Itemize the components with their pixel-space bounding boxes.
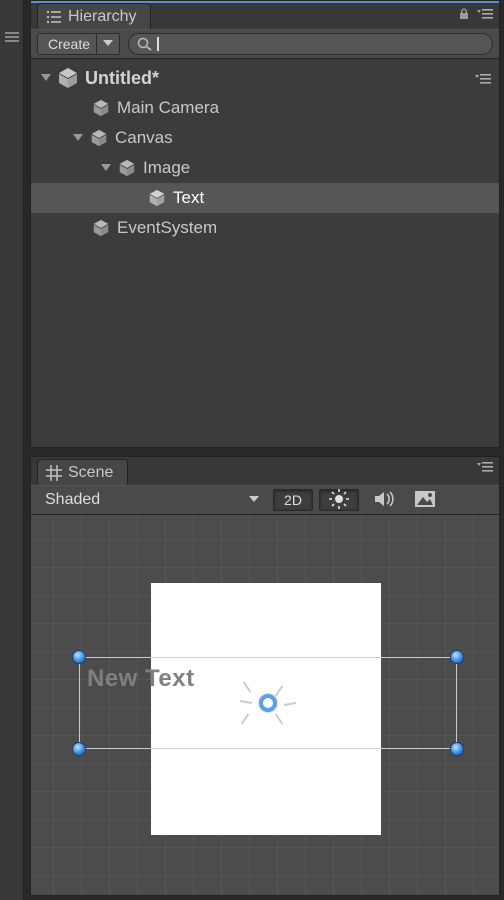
- tree-item-label: Image: [143, 158, 190, 178]
- panel-menu-icon[interactable]: [477, 461, 493, 473]
- hierarchy-tree: Untitled* Main Camera Canvas: [31, 59, 499, 447]
- chevron-down-icon: [103, 40, 113, 48]
- audio-icon: [374, 490, 396, 511]
- create-button-label: Create: [48, 36, 90, 52]
- search-input[interactable]: [128, 33, 493, 55]
- chevron-down-icon: [249, 496, 259, 504]
- scene-viewport[interactable]: New Text: [31, 515, 499, 895]
- 2d-toggle-label: 2D: [284, 492, 302, 508]
- tree-item-text[interactable]: Text: [31, 183, 499, 213]
- grid-icon: [46, 465, 62, 481]
- pivot-gizmo[interactable]: [259, 694, 277, 712]
- handle-top-right[interactable]: [450, 650, 464, 664]
- panel-menu-icon[interactable]: [477, 8, 493, 20]
- gameobject-icon: [91, 218, 111, 238]
- effects-toggle-button[interactable]: [411, 489, 439, 511]
- tree-item-eventsystem[interactable]: EventSystem: [31, 213, 499, 243]
- tree-item-canvas[interactable]: Canvas: [31, 123, 499, 153]
- unity-logo-icon: [57, 67, 79, 89]
- tree-item-label: Main Camera: [117, 98, 219, 118]
- list-icon: [46, 10, 62, 24]
- hierarchy-tab-bar: Hierarchy: [31, 1, 499, 29]
- foldout-icon[interactable]: [39, 71, 53, 85]
- tree-item-main-camera[interactable]: Main Camera: [31, 93, 499, 123]
- gameobject-icon: [91, 98, 111, 118]
- lighting-toggle-button[interactable]: [319, 489, 359, 511]
- tree-item-label: Text: [173, 188, 204, 208]
- foldout-icon[interactable]: [99, 161, 113, 175]
- text-cursor: [157, 37, 159, 51]
- audio-toggle-button[interactable]: [365, 489, 405, 511]
- tab-scene[interactable]: Scene: [37, 459, 128, 485]
- sun-icon: [329, 489, 349, 512]
- scene-context-menu-icon[interactable]: [475, 69, 491, 90]
- hierarchy-toolbar: Create: [31, 29, 499, 59]
- tab-hierarchy-label: Hierarchy: [68, 8, 136, 26]
- tab-scene-label: Scene: [68, 464, 113, 482]
- tree-item-image[interactable]: Image: [31, 153, 499, 183]
- menu-icon[interactable]: [5, 30, 19, 44]
- left-dock-strip: [0, 0, 24, 900]
- tree-item-label: Canvas: [115, 128, 173, 148]
- scene-toolbar: Shaded 2D: [31, 485, 499, 515]
- scene-panel: Scene Shaded 2D: [30, 456, 500, 896]
- handle-bottom-left[interactable]: [72, 742, 86, 756]
- scene-tab-bar: Scene: [31, 457, 499, 485]
- search-icon: [137, 37, 153, 51]
- foldout-icon[interactable]: [71, 131, 85, 145]
- gameobject-icon: [89, 128, 109, 148]
- 2d-toggle-button[interactable]: 2D: [273, 489, 313, 511]
- lock-icon[interactable]: [457, 7, 471, 21]
- tree-item-label: EventSystem: [117, 218, 217, 238]
- text-element-preview: New Text: [87, 665, 195, 693]
- shading-mode-label: Shaded: [45, 491, 100, 509]
- scene-name: Untitled*: [85, 68, 159, 89]
- scene-row[interactable]: Untitled*: [31, 63, 499, 93]
- handle-top-left[interactable]: [72, 650, 86, 664]
- gameobject-icon: [147, 188, 167, 208]
- create-button[interactable]: Create: [37, 33, 120, 55]
- handle-bottom-right[interactable]: [450, 742, 464, 756]
- gameobject-icon: [117, 158, 137, 178]
- shading-mode-dropdown[interactable]: Shaded: [37, 489, 267, 511]
- hierarchy-panel: Hierarchy Create: [30, 0, 500, 448]
- tab-hierarchy[interactable]: Hierarchy: [37, 3, 151, 29]
- image-icon: [415, 491, 435, 510]
